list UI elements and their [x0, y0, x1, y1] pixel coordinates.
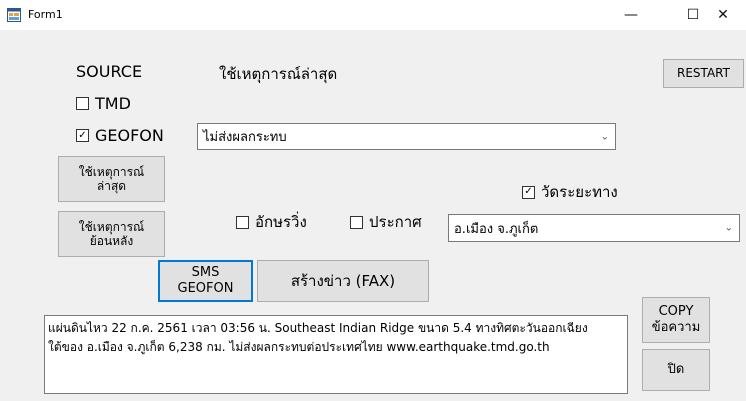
tmd-checkbox-label: TMD — [95, 94, 131, 113]
past-event-button-line1: ใช้เหตุการณ์ — [78, 219, 145, 234]
measure-distance-checkbox[interactable]: ✓ วัดระยะทาง — [522, 180, 618, 204]
minimize-icon: — — [624, 7, 638, 23]
message-line-1: แผ่นดินไหว 22 ก.ค. 2561 เวลา 03:56 น. So… — [48, 321, 588, 335]
impact-select-value: ไม่ส่งผลกระทบ — [203, 130, 287, 145]
close-button[interactable]: ปิด — [642, 349, 710, 391]
create-news-fax-button-label: สร้างข่าว (FAX) — [290, 272, 396, 290]
copy-message-button[interactable]: COPY ข้อความ — [642, 297, 710, 343]
measure-distance-checkbox-box[interactable]: ✓ — [522, 185, 535, 199]
close-window-button[interactable]: ✕ — [700, 0, 746, 30]
close-icon: ✕ — [717, 7, 729, 23]
window-title: Form1 — [28, 8, 63, 21]
copy-message-button-line2: ข้อความ — [651, 320, 701, 335]
past-event-button[interactable]: ใช้เหตุการณ์ ย้อนหลัง — [58, 211, 165, 257]
sms-geofon-button[interactable]: SMS GEOFON — [158, 260, 253, 302]
restart-button[interactable]: RESTART — [663, 59, 744, 88]
sms-geofon-button-line1: SMS — [191, 265, 220, 281]
chevron-down-icon: ⌄ — [724, 222, 733, 234]
sms-geofon-button-line2: GEOFON — [177, 281, 234, 296]
source-status: ใช้เหตุการณ์ล่าสุด — [219, 65, 338, 83]
announcement-checkbox[interactable]: ประกาศ — [350, 210, 422, 234]
source-label: SOURCE — [76, 62, 143, 81]
location-select-value: อ.เมือง จ.ภูเก็ต — [454, 221, 539, 237]
tmd-checkbox-box[interactable] — [76, 97, 89, 110]
geofon-checkbox-label: GEOFON — [95, 126, 164, 145]
restart-button-label: RESTART — [677, 66, 730, 81]
message-line-2: ใต้ของ อ.เมือง จ.ภูเก็ต 6,238 กม. ไม่ส่ง… — [48, 340, 550, 354]
maximize-icon: ☐ — [686, 7, 700, 23]
copy-message-button-line1: COPY — [658, 304, 694, 320]
past-event-button-line2: ย้อนหลัง — [89, 234, 134, 248]
impact-select[interactable]: ไม่ส่งผลกระทบ ⌄ — [197, 123, 616, 150]
scrolling-text-checkbox-label: อักษรวิ่ง — [255, 213, 307, 231]
geofon-checkbox[interactable]: ✓ GEOFON — [76, 126, 164, 145]
latest-event-button-line2: ล่าสุด — [96, 179, 127, 193]
geofon-checkbox-box[interactable]: ✓ — [76, 129, 89, 142]
latest-event-button-line1: ใช้เหตุการณ์ — [78, 164, 145, 179]
close-button-label: ปิด — [667, 362, 685, 378]
create-news-fax-button[interactable]: สร้างข่าว (FAX) — [257, 260, 429, 302]
title-bar[interactable]: Form1 — ☐ ✕ — [0, 0, 746, 30]
scrolling-text-checkbox[interactable]: อักษรวิ่ง — [236, 210, 307, 234]
form-icon — [7, 8, 21, 22]
message-textarea[interactable]: แผ่นดินไหว 22 ก.ค. 2561 เวลา 03:56 น. So… — [44, 315, 628, 394]
latest-event-button[interactable]: ใช้เหตุการณ์ ล่าสุด — [58, 156, 165, 202]
minimize-button[interactable]: — — [608, 0, 654, 30]
measure-distance-checkbox-label: วัดระยะทาง — [541, 183, 618, 201]
chevron-down-icon: ⌄ — [600, 131, 609, 142]
announcement-checkbox-box[interactable] — [350, 215, 363, 229]
location-select[interactable]: อ.เมือง จ.ภูเก็ต ⌄ — [448, 214, 740, 242]
announcement-checkbox-label: ประกาศ — [369, 213, 422, 231]
scrolling-text-checkbox-box[interactable] — [236, 215, 249, 229]
tmd-checkbox[interactable]: TMD — [76, 94, 131, 113]
